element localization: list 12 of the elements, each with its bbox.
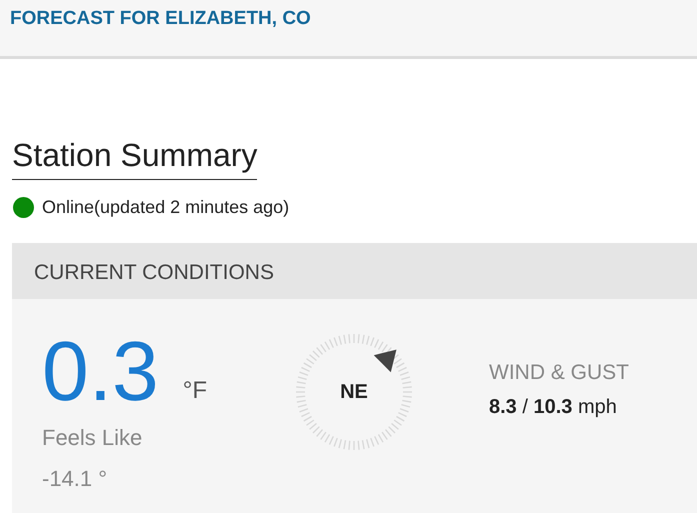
wind-label: WIND & GUST [489, 360, 629, 386]
temperature: 0.3 [42, 328, 159, 413]
feels-like-label: Feels Like [42, 424, 144, 452]
page-title: FORECAST FOR ELIZABETH, CO [10, 8, 311, 29]
direction-pointer-icon [374, 349, 396, 372]
section-title: Station Summary [12, 135, 258, 180]
temperature-unit: °F [182, 376, 208, 406]
panel-heading: CURRENT CONDITIONS [34, 260, 274, 284]
status-text: Online(updated 2 minutes ago) [42, 196, 290, 219]
wind-reading: 8.3 / 10.3 mph [489, 395, 618, 420]
feels-like-value: -14.1 ° [42, 464, 108, 493]
wind-direction: NE [340, 380, 368, 405]
